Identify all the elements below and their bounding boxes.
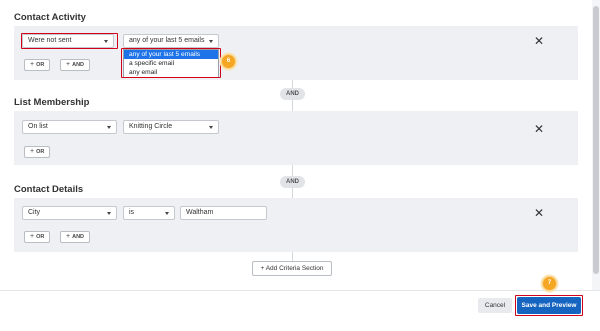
add-or-label: OR	[36, 149, 45, 155]
dropdown-option[interactable]: any email	[124, 68, 218, 77]
add-or-label: OR	[36, 234, 45, 240]
chevron-down-icon	[165, 212, 169, 215]
add-and-button[interactable]: + AND	[60, 231, 91, 243]
add-or-button[interactable]: + OR	[24, 231, 51, 243]
list-membership-panel: On list Knitting Circle + OR ✕	[14, 111, 578, 165]
activity-scope-value: any of your last 5 emails	[129, 37, 205, 44]
add-or-button[interactable]: + OR	[24, 146, 51, 158]
contact-activity-panel: Were not sent any of your last 5 emails …	[14, 26, 578, 80]
contact-details-panel: City is Waltham + OR + AND ✕	[14, 198, 578, 252]
operator-value: is	[129, 209, 135, 216]
city-value-input[interactable]: Waltham	[180, 206, 267, 220]
section-title-contact-details: Contact Details	[14, 184, 84, 195]
save-and-preview-button[interactable]: Save and Preview	[517, 297, 581, 314]
chevron-down-icon	[107, 126, 111, 129]
activity-scope-select[interactable]: any of your last 5 emails	[123, 34, 219, 48]
remove-section-close-icon[interactable]: ✕	[534, 123, 544, 135]
dropdown-option[interactable]: any of your last 5 emails	[124, 50, 218, 59]
activity-condition-select[interactable]: Were not sent	[22, 34, 114, 48]
list-condition-select[interactable]: On list	[22, 120, 117, 134]
vertical-scrollbar[interactable]	[592, 0, 600, 290]
plus-icon: +	[30, 148, 35, 155]
plus-icon: +	[30, 233, 35, 240]
chevron-down-icon	[104, 40, 108, 43]
operator-select[interactable]: is	[123, 206, 175, 220]
step-7-badge: 7	[542, 276, 557, 291]
activity-condition-value: Were not sent	[28, 37, 72, 44]
step-6-badge: 6	[221, 54, 236, 69]
add-or-button[interactable]: + OR	[24, 59, 51, 71]
add-or-label: OR	[36, 62, 45, 68]
list-name-select[interactable]: Knitting Circle	[123, 120, 219, 134]
section-title-list-membership: List Membership	[14, 97, 90, 108]
chevron-down-icon	[209, 40, 213, 43]
and-joiner-badge: AND	[280, 88, 305, 100]
add-and-label: AND	[72, 62, 85, 68]
plus-icon: +	[30, 61, 35, 68]
scrollbar-thumb[interactable]	[593, 6, 599, 274]
scope-dropdown-menu: any of your last 5 emails a specific ema…	[123, 49, 219, 78]
list-name-value: Knitting Circle	[129, 123, 173, 130]
criteria-editor: Contact Activity Were not sent any of yo…	[0, 0, 592, 290]
remove-section-close-icon[interactable]: ✕	[534, 207, 544, 219]
section-title-contact-activity: Contact Activity	[14, 12, 86, 23]
field-value: City	[28, 209, 41, 216]
dropdown-option[interactable]: a specific email	[124, 59, 218, 68]
list-condition-value: On list	[28, 123, 48, 130]
add-criteria-section-button[interactable]: + Add Criteria Section	[252, 261, 332, 276]
plus-icon: +	[66, 233, 71, 240]
and-joiner-badge: AND	[280, 176, 305, 188]
chevron-down-icon	[209, 126, 213, 129]
chevron-down-icon	[107, 212, 111, 215]
add-and-label: AND	[72, 234, 85, 240]
field-select[interactable]: City	[22, 206, 117, 220]
plus-icon: +	[66, 61, 71, 68]
cancel-button[interactable]: Cancel	[478, 298, 512, 313]
remove-section-close-icon[interactable]: ✕	[534, 35, 544, 47]
joiner-line	[292, 252, 293, 261]
add-and-button[interactable]: + AND	[60, 59, 91, 71]
